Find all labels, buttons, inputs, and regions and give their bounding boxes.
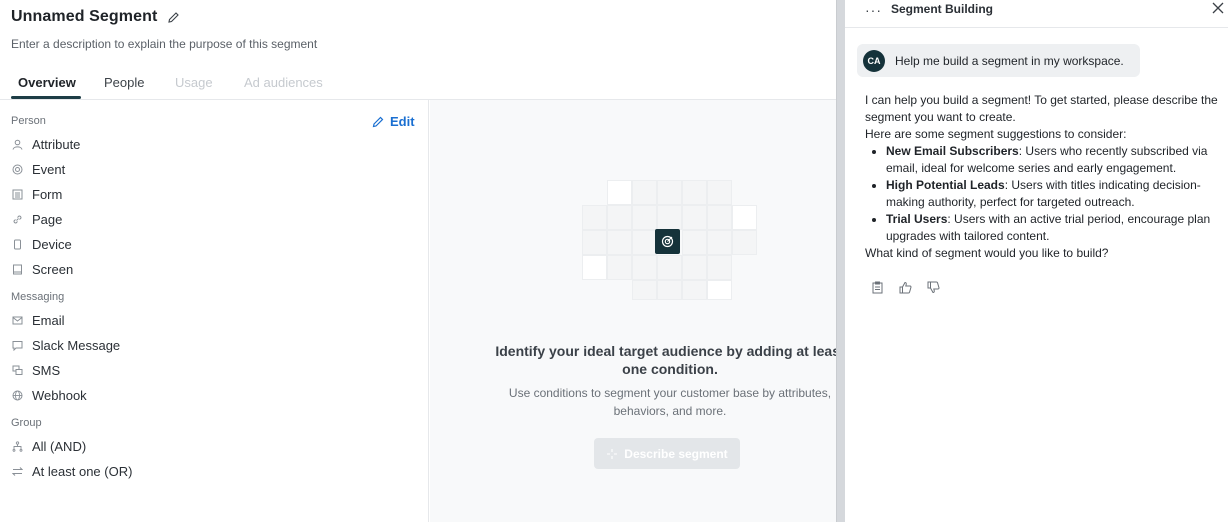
palette-item-label: SMS <box>32 363 61 378</box>
assistant-header: ··· Segment Building <box>845 0 1228 28</box>
palette-item-label: Page <box>32 212 63 227</box>
empty-state-subtitle: Use conditions to segment your customer … <box>508 386 832 418</box>
palette-item-label: Webhook <box>32 388 87 403</box>
link-icon <box>11 213 24 226</box>
palette-item-attribute[interactable]: Attribute <box>11 137 80 152</box>
avatar: CA <box>863 49 885 72</box>
sms-icon <box>11 364 24 377</box>
list-item: Trial Users: Users with an active trial … <box>886 211 1225 245</box>
empty-state-panel: Identify your ideal target audience by a… <box>430 100 836 522</box>
palette-item-label: Event <box>32 162 66 177</box>
tab-overview[interactable]: Overview <box>18 75 76 90</box>
person-icon <box>11 138 24 151</box>
description-field[interactable]: Enter a description to explain the purpo… <box>11 37 317 51</box>
section-group-label: Group <box>11 417 42 429</box>
tab-bar: Overview People Usage Ad audiences <box>0 70 836 100</box>
section-messaging-label: Messaging <box>11 291 65 303</box>
tab-usage: Usage <box>175 75 213 90</box>
section-person-label: Person <box>11 115 46 127</box>
event-icon <box>11 163 24 176</box>
palette-item-label: Form <box>32 187 63 202</box>
palette-item-device[interactable]: Device <box>11 237 72 252</box>
title-row: Unnamed Segment <box>11 8 180 26</box>
tab-people[interactable]: People <box>104 75 144 90</box>
user-message: CA Help me build a segment in my workspa… <box>857 44 1140 77</box>
palette-item-label: Attribute <box>32 137 81 152</box>
palette-item-sms[interactable]: SMS <box>11 363 60 378</box>
suggestion-name: High Potential Leads <box>886 178 1005 192</box>
palette-item-webhook[interactable]: Webhook <box>11 388 87 403</box>
condition-palette: Person Edit Attribute Event Form Page De… <box>0 100 429 522</box>
thumbs-up-icon[interactable] <box>899 281 913 295</box>
reaction-bar <box>871 281 955 295</box>
device-icon <box>11 238 24 251</box>
email-icon <box>11 314 24 327</box>
panel-resize-handle[interactable] <box>836 0 845 522</box>
edit-label: Edit <box>390 114 415 129</box>
palette-item-label: Screen <box>32 262 74 277</box>
empty-state-title: Identify your ideal target audience by a… <box>495 343 836 377</box>
palette-item-label: Slack Message <box>32 338 121 353</box>
assistant-title: Segment Building <box>891 2 993 16</box>
list-item: New Email Subscribers: Users who recentl… <box>886 143 1225 177</box>
segment-title: Unnamed Segment <box>11 8 158 25</box>
or-icon <box>11 465 24 478</box>
palette-item-page[interactable]: Page <box>11 212 62 227</box>
reply-intro: I can help you build a segment! To get s… <box>865 93 1218 124</box>
palette-item-event[interactable]: Event <box>11 162 65 177</box>
reply-lead: Here are some segment suggestions to con… <box>865 127 1127 141</box>
and-icon <box>11 440 24 453</box>
tab-ad-audiences: Ad audiences <box>244 75 323 90</box>
list-item: High Potential Leads: Users with titles … <box>886 177 1225 211</box>
describe-segment-label: Describe segment <box>624 446 728 461</box>
sparkle-icon <box>607 448 618 459</box>
palette-item-form[interactable]: Form <box>11 187 62 202</box>
suggestion-name: New Email Subscribers <box>886 144 1019 158</box>
palette-item-label: Device <box>32 237 72 252</box>
screen-icon <box>11 263 24 276</box>
target-icon <box>655 229 680 254</box>
close-icon[interactable] <box>1211 1 1225 15</box>
thumbs-down-icon[interactable] <box>927 281 941 295</box>
form-icon <box>11 188 24 201</box>
reply-question: What kind of segment would you like to b… <box>865 246 1109 260</box>
slack-message-icon <box>11 339 24 352</box>
describe-segment-button[interactable]: Describe segment <box>594 438 740 469</box>
segment-editor: Unnamed Segment Enter a description to e… <box>0 0 836 522</box>
assistant-panel: ··· Segment Building CA Help me build a … <box>845 0 1228 522</box>
palette-item-label: At least one (OR) <box>32 464 133 479</box>
assistant-reply: I can help you build a segment! To get s… <box>865 92 1225 262</box>
more-options-icon[interactable]: ··· <box>865 2 882 18</box>
pencil-icon <box>372 116 384 127</box>
palette-item-all-and[interactable]: All (AND) <box>11 439 86 454</box>
palette-item-label: Email <box>32 313 65 328</box>
active-tab-indicator <box>11 96 81 99</box>
suggestion-name: Trial Users <box>886 212 948 226</box>
copy-icon[interactable] <box>871 281 885 295</box>
webhook-icon <box>11 389 24 402</box>
user-message-text: Help me build a segment in my workspace. <box>895 53 1124 68</box>
suggestion-list: New Email Subscribers: Users who recentl… <box>865 143 1225 245</box>
palette-item-slack-message[interactable]: Slack Message <box>11 338 120 353</box>
palette-item-or[interactable]: At least one (OR) <box>11 464 132 479</box>
palette-item-label: All (AND) <box>32 439 87 454</box>
palette-item-screen[interactable]: Screen <box>11 262 73 277</box>
rename-pencil-icon[interactable] <box>167 11 180 24</box>
palette-item-email[interactable]: Email <box>11 313 65 328</box>
edit-button[interactable]: Edit <box>372 114 415 129</box>
